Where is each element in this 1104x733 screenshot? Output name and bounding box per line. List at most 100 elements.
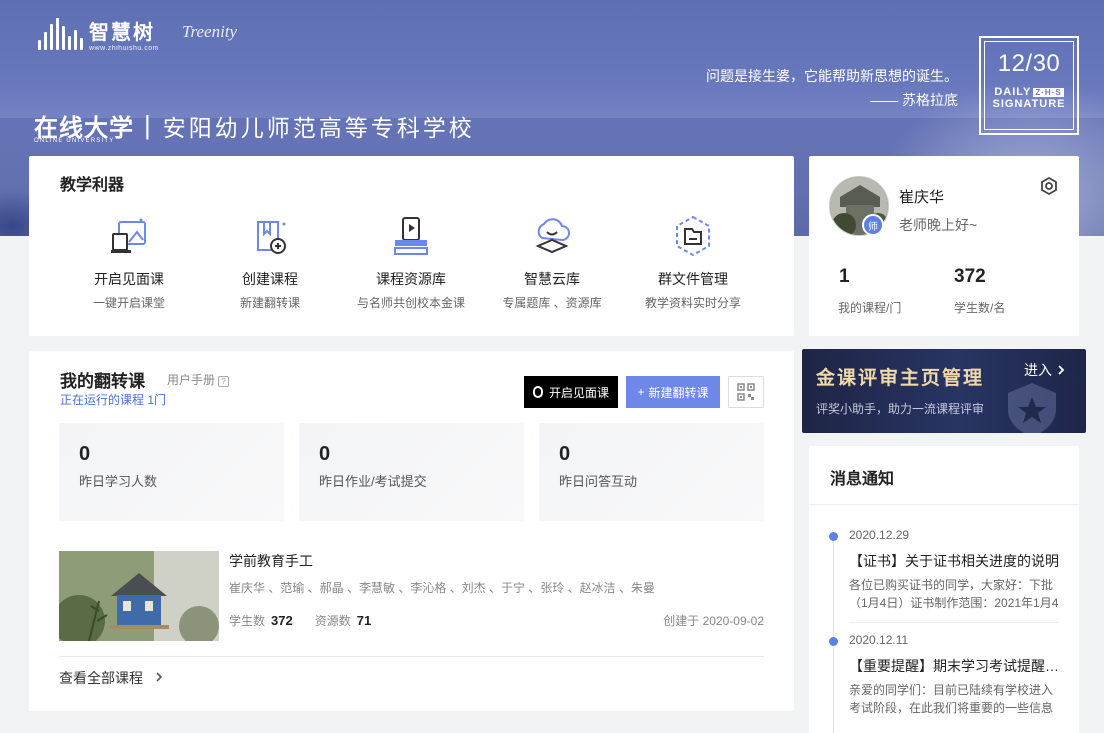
logo-name: 智慧树 — [89, 22, 155, 44]
divider — [59, 656, 764, 657]
logo-bars-icon — [38, 18, 83, 50]
notice-date: 2020.12.11 — [849, 633, 909, 647]
shield-star-icon — [1008, 383, 1056, 433]
tool-desc: 一键开启课堂 — [92, 296, 165, 310]
tool-desc: 专属题库 、资源库 — [502, 296, 602, 310]
my-courses-label: 我的课程/门 — [838, 301, 902, 315]
gold-course-review-banner[interactable]: 金课评审主页管理 评奖小助手，助力一流课程评审 进入 — [802, 349, 1086, 433]
manual-label: 用户手册 — [167, 373, 216, 387]
create-course-icon — [257, 221, 286, 254]
meeting-class-icon — [111, 218, 146, 253]
students-count: 372 — [271, 613, 293, 628]
course-name[interactable]: 学前教育手工 — [229, 551, 313, 571]
gold-enter-label: 进入 — [1024, 362, 1052, 378]
daily-label: DAILY — [994, 86, 1032, 98]
stat-label: 昨日学习人数 — [79, 474, 158, 489]
students-total-label: 学生数/名 — [954, 301, 1006, 315]
tool-name: 智慧云库 — [524, 271, 580, 287]
online-university-en: ONLINE UNIVERSITY — [34, 138, 115, 144]
my-courses-count[interactable]: 1 — [839, 266, 850, 288]
partner-logo: Treenity — [182, 22, 238, 41]
resources-label: 资源数 — [314, 614, 351, 628]
quote-author: —— 苏格拉底 — [870, 92, 958, 108]
stat-value: 0 — [559, 443, 571, 465]
quote-text: 问题是接生婆，它能帮助新思想的诞生。 — [706, 68, 958, 84]
teaching-tools-card: 教学利器 开启见面课 一键开启课堂 创建课程 新建翻转课 课程资源库 与名师共创… — [29, 156, 794, 336]
students-label: 学生数 — [229, 614, 266, 628]
new-flip-course-label: 新建翻转课 — [648, 385, 709, 400]
view-all-courses-link[interactable]: 查看全部课程 — [59, 668, 163, 688]
user-manual-link[interactable]: 用户手册? — [167, 371, 230, 388]
course-thumbnail[interactable] — [59, 551, 219, 641]
stat-homework-submissions: 0 昨日作业/考试提交 — [299, 423, 524, 521]
stat-value: 0 — [319, 443, 331, 465]
daily-date: 12/30 — [997, 50, 1061, 77]
notice-body: 各位已购买证书的同学，大家好：下批（1月4日）证书制作范围：2021年1月4日 — [849, 578, 1059, 610]
tool-desc: 新建翻转课 — [239, 296, 300, 310]
notifications-title: 消息通知 — [830, 471, 895, 488]
zhihuishu-logo[interactable]: 智慧树 www.zhihuishu.com — [38, 16, 159, 52]
tool-name: 创建课程 — [242, 271, 298, 287]
tools-title: 教学利器 — [60, 177, 125, 194]
start-meeting-label: 开启见面课 — [548, 385, 609, 400]
tool-group-files[interactable]: 群文件管理 教学资料实时分享 — [623, 214, 763, 311]
qr-code-button[interactable] — [728, 376, 764, 408]
tool-cloud-library[interactable]: 智慧云库 专属题库 、资源库 — [482, 214, 622, 311]
view-all-label: 查看全部课程 — [59, 670, 143, 686]
start-meeting-button[interactable]: 开启见面课 — [524, 376, 618, 408]
flip-title: 我的翻转课 — [60, 372, 145, 391]
title-separator: | — [144, 110, 151, 140]
notice-title[interactable]: 【证书】关于证书相关进度的说明 — [849, 551, 1064, 571]
resources-count: 71 — [356, 613, 372, 628]
profile-greeting: 老师晚上好~ — [899, 217, 978, 233]
stat-qa-interactions: 0 昨日问答互动 — [539, 423, 764, 521]
running-courses-link[interactable]: 正在运行的课程 1门 — [60, 391, 166, 408]
gold-subtitle: 评奖小助手，助力一流课程评审 — [816, 402, 985, 416]
timeline-line — [833, 532, 834, 733]
group-files-icon — [676, 215, 710, 257]
qr-code-icon — [737, 383, 755, 401]
plus-icon: + — [637, 385, 645, 399]
divider — [809, 504, 1079, 505]
meeting-icon — [532, 386, 543, 398]
settings-icon[interactable] — [1039, 176, 1059, 196]
stat-label: 昨日作业/考试提交 — [319, 474, 427, 489]
stat-value: 0 — [79, 443, 91, 465]
gold-enter-link[interactable]: 进入 — [1024, 360, 1065, 380]
tool-desc: 教学资料实时分享 — [644, 296, 741, 310]
school-name: 安阳幼儿师范高等专科学校 — [162, 114, 475, 141]
new-flip-course-button[interactable]: + 新建翻转课 — [626, 376, 720, 408]
tool-resource-library[interactable]: 课程资源库 与名师共创校本金课 — [341, 214, 481, 311]
chevron-right-icon — [1058, 365, 1065, 375]
course-meta: 学生数 372 资源数 71 — [229, 612, 393, 629]
notifications-card: 消息通知 2020.12.29 【证书】关于证书相关进度的说明 各位已购买证书的… — [809, 446, 1079, 733]
course-house-image — [59, 551, 219, 641]
teacher-badge: 师 — [862, 214, 884, 236]
gold-title: 金课评审主页管理 — [816, 368, 985, 389]
resource-library-icon — [394, 217, 428, 255]
cloud-library-icon — [535, 218, 570, 254]
profile-card: 师 崔庆华 老师晚上好~ 1 我的课程/门 372 学生数/名 — [809, 156, 1079, 336]
notice-date: 2020.12.29 — [849, 528, 910, 542]
help-icon: ? — [218, 376, 230, 387]
daily-signature: 12/30 DAILY Z·H·S SIGNATURE — [979, 36, 1079, 135]
notice-title[interactable]: 【重要提醒】期末学习考试提醒通知 — [849, 656, 1064, 676]
timeline-dot — [829, 532, 838, 541]
tool-meeting-class[interactable]: 开启见面课 一键开启课堂 — [59, 214, 199, 311]
tool-desc: 与名师共创校本金课 — [356, 296, 465, 310]
students-total[interactable]: 372 — [954, 266, 986, 288]
zhs-tag: Z·H·S — [1033, 88, 1064, 97]
tool-name: 课程资源库 — [376, 271, 446, 287]
course-team: 崔庆华 、范瑜 、郝晶 、李慧敏 、李沁格 、刘杰 、于宁 、张玲 、赵冰洁 、… — [229, 581, 656, 595]
notice-body: 亲爱的同学们：目前已陆续有学校进入考试阶段，在此我们将重要的一些信息 — [849, 683, 1054, 715]
notice-divider — [849, 622, 1059, 623]
logo-url: www.zhihuishu.com — [89, 45, 159, 52]
daily-quote: 问题是接生婆，它能帮助新思想的诞生。 —— 苏格拉底 — [706, 64, 958, 112]
profile-name: 崔庆华 — [899, 189, 945, 206]
stat-label: 昨日问答互动 — [559, 474, 638, 489]
tool-name: 开启见面课 — [94, 271, 164, 287]
stat-study-count: 0 昨日学习人数 — [59, 423, 284, 521]
chevron-right-icon — [156, 672, 163, 682]
flipped-courses-card: 我的翻转课 用户手册? 正在运行的课程 1门 开启见面课 + 新建翻转课 0 昨… — [29, 351, 794, 711]
tool-create-course[interactable]: 创建课程 新建翻转课 — [200, 214, 340, 311]
